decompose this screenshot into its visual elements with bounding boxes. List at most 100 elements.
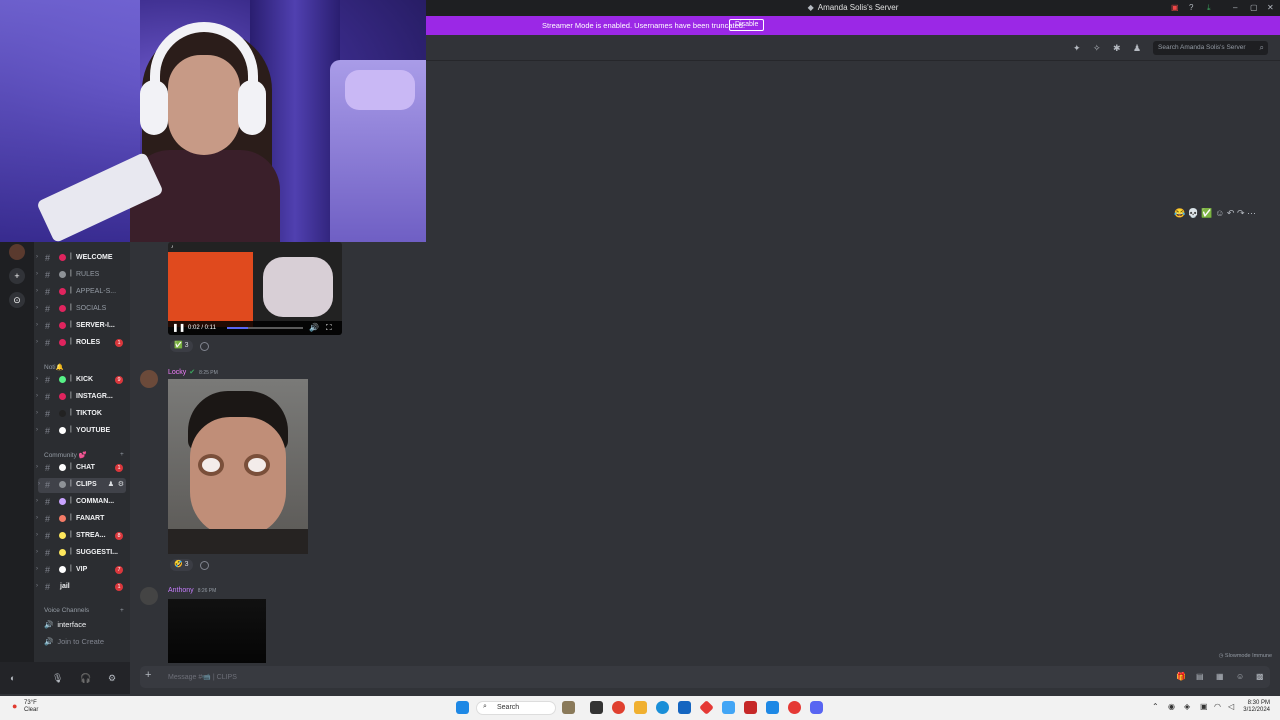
- file-explorer-icon[interactable]: [634, 701, 647, 714]
- add-server-icon[interactable]: +: [9, 268, 25, 284]
- volume-icon[interactable]: ◁: [1228, 702, 1234, 711]
- gif-icon[interactable]: ▤: [1196, 672, 1204, 681]
- invite-icon[interactable]: ♟: [108, 480, 114, 488]
- tray-app-icon[interactable]: ◈: [1184, 702, 1190, 711]
- discord-taskbar-icon[interactable]: [810, 701, 823, 714]
- search-input[interactable]: Search Amanda Solis's Server ⌕: [1153, 41, 1268, 55]
- sidebar-channel[interactable]: › # | VIP 7: [34, 563, 130, 578]
- message-author[interactable]: Anthony 8:26 PM: [168, 587, 216, 594]
- sidebar-channel[interactable]: › # | COMMAN...: [34, 495, 130, 510]
- avatar[interactable]: [140, 370, 158, 388]
- voice-channel-join-to-create[interactable]: 🔊 Join to Create: [44, 637, 104, 646]
- sidebar-channel[interactable]: › # | SUGGESTI...: [34, 546, 130, 561]
- widgets-icon[interactable]: [562, 701, 575, 714]
- more-options-icon[interactable]: ⋯: [1247, 208, 1256, 218]
- chrome-icon[interactable]: [612, 701, 625, 714]
- add-reaction-button[interactable]: [200, 342, 209, 351]
- forward-icon[interactable]: ↷: [1237, 208, 1245, 218]
- member-list-icon[interactable]: ♟: [1133, 43, 1141, 54]
- image-attachment[interactable]: [168, 379, 308, 554]
- minimize-button[interactable]: –: [1233, 3, 1237, 12]
- upload-plus-icon[interactable]: +: [145, 669, 151, 681]
- close-button[interactable]: ✕: [1267, 3, 1274, 12]
- sidebar-channel[interactable]: › # | APPEAL-S...: [34, 285, 130, 300]
- tray-app-icon[interactable]: ◉: [1168, 702, 1175, 711]
- wifi-icon[interactable]: ◠: [1214, 702, 1221, 711]
- apps-icon[interactable]: ▩: [1256, 672, 1264, 681]
- microphone-icon[interactable]: 🎙: [52, 673, 63, 684]
- pinned-messages-icon[interactable]: ✱: [1113, 43, 1121, 54]
- store-icon[interactable]: [678, 701, 691, 714]
- taskbar-search[interactable]: ⌕ Search: [476, 701, 556, 715]
- tray-app-icon[interactable]: ▣: [1200, 702, 1208, 711]
- server-avatar-icon[interactable]: [9, 244, 25, 260]
- reaction-laugh-icon[interactable]: 😂: [1174, 208, 1185, 218]
- sidebar-channel[interactable]: › # | FANART: [34, 512, 130, 527]
- add-reaction-icon[interactable]: ☺: [1215, 208, 1224, 218]
- user-settings-gear-icon[interactable]: ⚙: [108, 673, 116, 684]
- emoji-icon[interactable]: ☺: [1236, 672, 1244, 681]
- headphones-icon[interactable]: 🎧: [80, 673, 91, 684]
- sidebar-channel[interactable]: › # | ROLES 1: [34, 336, 130, 351]
- sidebar-channel[interactable]: › # | SOCIALS: [34, 302, 130, 317]
- category-notifications[interactable]: Noti🔔: [44, 363, 64, 371]
- task-view-icon[interactable]: [590, 701, 603, 714]
- video-attachment[interactable]: ♪ ❚❚ 0:02 / 0:11 🔊 ⛶: [168, 242, 342, 335]
- threads-icon[interactable]: ✦: [1073, 43, 1081, 54]
- gift-icon[interactable]: 🎁: [1176, 672, 1186, 681]
- add-reaction-button[interactable]: [200, 561, 209, 570]
- sidebar-channel[interactable]: › # | STREA... 8: [34, 529, 130, 544]
- category-community[interactable]: Community 💕 +: [44, 451, 124, 459]
- download-icon[interactable]: ⤓: [1207, 3, 1211, 13]
- sidebar-channel[interactable]: › # | CLIPS ♟ ⚙: [38, 478, 126, 493]
- add-channel-icon[interactable]: +: [120, 451, 124, 458]
- disable-button[interactable]: Disable: [729, 19, 765, 31]
- weather-widget[interactable]: 73°F Clear: [24, 700, 38, 714]
- maximize-button[interactable]: ▢: [1250, 3, 1258, 12]
- author-name[interactable]: Anthony: [168, 587, 194, 594]
- tray-chevron-icon[interactable]: ⌃: [1152, 702, 1159, 711]
- volume-icon[interactable]: 🔊: [309, 323, 319, 332]
- fullscreen-icon[interactable]: ⛶: [326, 323, 332, 333]
- sticker-icon[interactable]: ▦: [1216, 672, 1224, 681]
- message-composer[interactable]: + Message #📹 | CLIPS 🎁 ▤ ▦ ☺ ▩: [140, 666, 1270, 688]
- app-blue-icon[interactable]: [722, 701, 735, 714]
- sidebar-channel[interactable]: › # | WELCOME: [34, 251, 130, 266]
- explore-servers-icon[interactable]: ⊙: [9, 292, 25, 308]
- video-attachment[interactable]: [168, 599, 266, 663]
- voice-channel-interface[interactable]: 🔊 interface: [44, 620, 86, 629]
- pause-icon[interactable]: ❚❚: [172, 323, 185, 332]
- sidebar-channel[interactable]: › # jail 1: [34, 580, 130, 595]
- reaction-skull-icon[interactable]: 💀: [1188, 208, 1199, 218]
- sidebar-channel[interactable]: › # | SERVER-I...: [34, 319, 130, 334]
- sidebar-channel[interactable]: › # | YOUTUBE: [34, 424, 130, 439]
- inbox-icon[interactable]: ▣: [1171, 3, 1179, 12]
- author-name[interactable]: Locky: [168, 369, 186, 376]
- user-avatar[interactable]: ◐: [10, 673, 15, 683]
- sidebar-channel[interactable]: › # | KICK 9: [34, 373, 130, 388]
- help-icon[interactable]: ?: [1189, 3, 1193, 12]
- app-mcafee-icon[interactable]: [744, 701, 757, 714]
- add-voice-channel-icon[interactable]: +: [120, 607, 124, 614]
- mail-icon[interactable]: [766, 701, 779, 714]
- reaction-laugh[interactable]: 🤣 3: [170, 559, 193, 571]
- app-red-icon[interactable]: [699, 700, 714, 715]
- taskbar-clock[interactable]: 8:30 PM 3/12/2024: [1243, 700, 1270, 714]
- notification-settings-icon[interactable]: ✧: [1093, 43, 1101, 54]
- category-voice[interactable]: Voice Channels +: [44, 607, 124, 614]
- weather-icon[interactable]: ●: [12, 701, 17, 711]
- channel-settings-gear-icon[interactable]: ⚙: [118, 480, 124, 488]
- message-author[interactable]: Locky ✔ 8:25 PM: [168, 368, 218, 376]
- app-obs-icon[interactable]: [788, 701, 801, 714]
- start-button-icon[interactable]: [456, 701, 469, 714]
- video-progress-bar[interactable]: [227, 327, 303, 329]
- avatar[interactable]: [140, 587, 158, 605]
- sidebar-channel[interactable]: › # | INSTAGR...: [34, 390, 130, 405]
- sidebar-channel[interactable]: › # | RULES: [34, 268, 130, 283]
- edge-icon[interactable]: [656, 701, 669, 714]
- reply-icon[interactable]: ↶: [1227, 208, 1235, 218]
- sidebar-channel[interactable]: › # | CHAT 1: [34, 461, 130, 476]
- reaction-check-icon[interactable]: ✅: [1201, 208, 1212, 218]
- sidebar-channel[interactable]: › # | TIKTOK: [34, 407, 130, 422]
- reaction-check[interactable]: ✅ 3: [170, 340, 193, 352]
